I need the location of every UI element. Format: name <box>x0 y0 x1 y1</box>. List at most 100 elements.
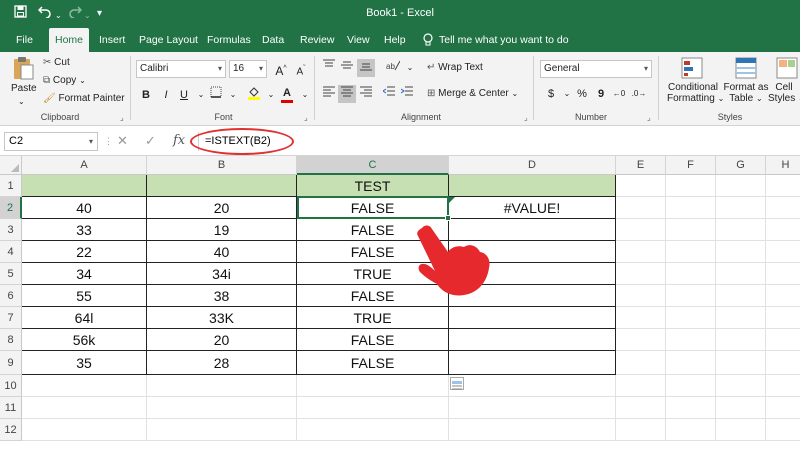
row-header-4[interactable]: 4 <box>0 241 22 263</box>
cell-e5[interactable] <box>616 263 666 285</box>
cell-e12[interactable] <box>616 419 666 441</box>
cell-a7[interactable]: 64l <box>22 307 147 329</box>
number-launcher-icon[interactable]: ⌟ <box>647 113 651 122</box>
cell-d9[interactable] <box>449 351 616 375</box>
conditional-formatting-button[interactable]: Conditional Formatting ⌄ <box>667 82 724 104</box>
cut-button[interactable]: ✂ Cut <box>43 57 70 68</box>
cell-e2[interactable] <box>616 197 666 219</box>
row-header-3[interactable]: 3 <box>0 219 22 241</box>
cell-a4[interactable]: 22 <box>22 241 147 263</box>
cell-g11[interactable] <box>716 397 766 419</box>
tab-help[interactable]: Help <box>378 28 412 52</box>
alignment-launcher-icon[interactable]: ⌟ <box>524 113 528 122</box>
cell-h6[interactable] <box>766 285 800 307</box>
cell-d10[interactable] <box>449 375 616 397</box>
tab-view[interactable]: View <box>341 28 376 52</box>
cell-a1[interactable] <box>22 175 147 197</box>
cell-d8[interactable] <box>449 329 616 351</box>
comma-button[interactable]: 9 <box>592 85 610 103</box>
row-header-6[interactable]: 6 <box>0 285 22 307</box>
wrap-text-button[interactable]: ↵ Wrap Text <box>427 62 483 73</box>
cell-f6[interactable] <box>666 285 716 307</box>
cell-g4[interactable] <box>716 241 766 263</box>
cell-g3[interactable] <box>716 219 766 241</box>
row-header-12[interactable]: 12 <box>0 419 22 441</box>
row-header-5[interactable]: 5 <box>0 263 22 285</box>
cell-b3[interactable]: 19 <box>147 219 297 241</box>
row-header-8[interactable]: 8 <box>0 329 22 351</box>
orientation-icon[interactable]: ab <box>384 59 402 77</box>
cell-b5[interactable]: 34i <box>147 263 297 285</box>
cell-e8[interactable] <box>616 329 666 351</box>
cell-d12[interactable] <box>449 419 616 441</box>
cell-f10[interactable] <box>666 375 716 397</box>
insert-function-icon[interactable]: fx <box>173 133 185 148</box>
cell-f11[interactable] <box>666 397 716 419</box>
cell-d7[interactable] <box>449 307 616 329</box>
cell-b12[interactable] <box>147 419 297 441</box>
column-header-c[interactable]: C <box>297 156 449 175</box>
cell-styles-button[interactable]: Cell Styles ⌄ <box>768 82 800 104</box>
paste-label[interactable]: Paste <box>11 83 37 94</box>
row-header-11[interactable]: 11 <box>0 397 22 419</box>
row-header-9[interactable]: 9 <box>0 351 22 375</box>
format-as-table-button[interactable]: Format as Table ⌄ <box>722 82 770 104</box>
cell-b6[interactable]: 38 <box>147 285 297 307</box>
decrease-font-icon[interactable]: Aˇ <box>292 60 310 78</box>
cell-c10[interactable] <box>297 375 449 397</box>
cell-g7[interactable] <box>716 307 766 329</box>
cell-h4[interactable] <box>766 241 800 263</box>
decrease-decimal-icon[interactable]: .0→ <box>630 85 648 103</box>
cell-e10[interactable] <box>616 375 666 397</box>
cell-c7[interactable]: TRUE <box>297 307 449 329</box>
cell-f9[interactable] <box>666 351 716 375</box>
cell-e6[interactable] <box>616 285 666 307</box>
increase-font-icon[interactable]: A^ <box>272 60 290 78</box>
cell-h1[interactable] <box>766 175 800 197</box>
name-box[interactable]: C2 ▾ <box>4 132 98 151</box>
cell-g2[interactable] <box>716 197 766 219</box>
align-middle-icon[interactable] <box>338 59 356 77</box>
cell-g9[interactable] <box>716 351 766 375</box>
paste-dropdown-icon[interactable]: ⌄ <box>18 97 25 106</box>
cell-a2[interactable]: 40 <box>22 197 147 219</box>
align-bottom-icon[interactable] <box>357 59 375 77</box>
column-header-a[interactable]: A <box>22 156 147 175</box>
cell-f12[interactable] <box>666 419 716 441</box>
cell-a8[interactable]: 56k <box>22 329 147 351</box>
cell-a12[interactable] <box>22 419 147 441</box>
cell-d1[interactable] <box>449 175 616 197</box>
cell-f5[interactable] <box>666 263 716 285</box>
cell-g10[interactable] <box>716 375 766 397</box>
tell-me-search[interactable]: Tell me what you want to do <box>423 28 569 52</box>
column-header-b[interactable]: B <box>147 156 297 175</box>
cell-b2[interactable]: 20 <box>147 197 297 219</box>
cell-c1[interactable]: TEST <box>297 175 449 197</box>
cell-g12[interactable] <box>716 419 766 441</box>
tab-insert[interactable]: Insert <box>93 28 131 52</box>
cell-h7[interactable] <box>766 307 800 329</box>
cell-a11[interactable] <box>22 397 147 419</box>
clipboard-launcher-icon[interactable]: ⌟ <box>120 113 124 122</box>
tab-review[interactable]: Review <box>294 28 340 52</box>
paste-button[interactable] <box>10 56 36 83</box>
format-painter-button[interactable]: 🖌 Format Painter <box>43 93 125 104</box>
cell-g8[interactable] <box>716 329 766 351</box>
copy-button[interactable]: ⧉ Copy ⌄ <box>43 75 86 86</box>
fill-color-icon[interactable] <box>245 86 263 104</box>
cell-c12[interactable] <box>297 419 449 441</box>
align-left-icon[interactable] <box>320 85 338 103</box>
tab-page-layout[interactable]: Page Layout <box>133 28 204 52</box>
cell-h12[interactable] <box>766 419 800 441</box>
tab-file[interactable]: File <box>10 28 39 52</box>
row-header-2[interactable]: 2 <box>0 197 22 219</box>
cell-e7[interactable] <box>616 307 666 329</box>
cell-e11[interactable] <box>616 397 666 419</box>
merge-center-button[interactable]: ⊞ Merge & Center ⌄ <box>427 88 518 99</box>
cell-f3[interactable] <box>666 219 716 241</box>
cell-a10[interactable] <box>22 375 147 397</box>
row-header-7[interactable]: 7 <box>0 307 22 329</box>
cell-h9[interactable] <box>766 351 800 375</box>
cell-c11[interactable] <box>297 397 449 419</box>
cell-e3[interactable] <box>616 219 666 241</box>
